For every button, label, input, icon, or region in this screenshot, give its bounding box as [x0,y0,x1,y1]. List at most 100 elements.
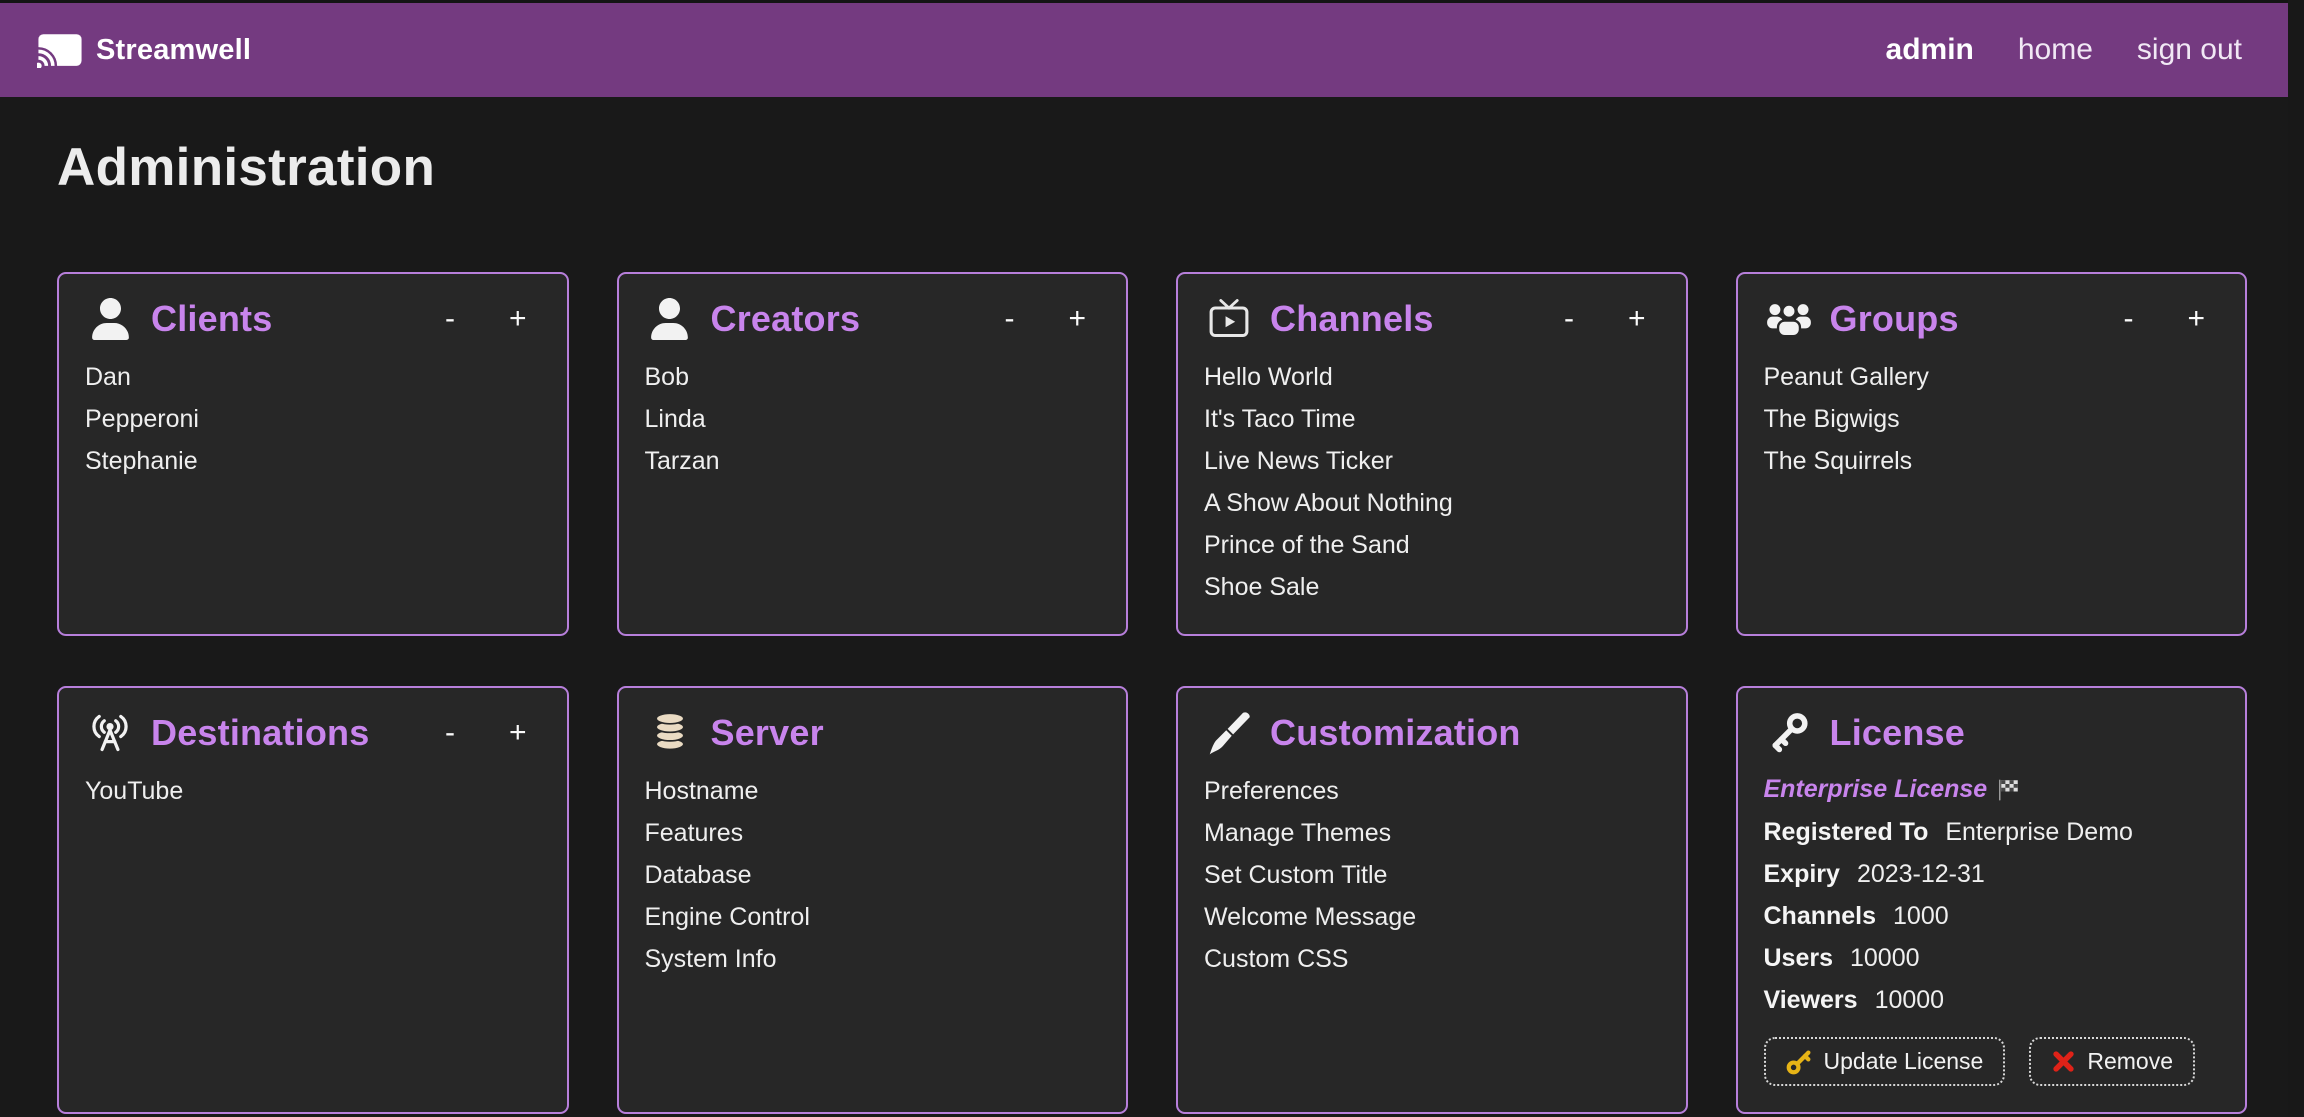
database-icon [645,710,695,756]
license-field-value: 2023-12-31 [1857,860,1985,889]
list-item[interactable]: Set Custom Title [1204,854,1660,896]
list-item[interactable]: Dan [85,356,541,398]
page-title: Administration [57,137,2247,198]
license-field-label: Channels [1764,902,1877,931]
key-icon [1764,710,1814,756]
list-item[interactable]: Shoe Sale [1204,566,1660,608]
license-field-value: 10000 [1875,986,1945,1015]
add-item-button[interactable]: + [1062,300,1092,338]
card-header: Server [645,710,1101,756]
card-header: License [1764,710,2220,756]
add-item-button[interactable]: + [1622,300,1652,338]
list-item[interactable]: Engine Control [645,896,1101,938]
license-field-label: Expiry [1764,860,1840,889]
add-item-button[interactable]: + [503,300,533,338]
nav-link-sign-out[interactable]: sign out [2137,33,2242,67]
top-nav-links: admin home sign out [1886,33,2260,67]
card-header: Channels - + [1204,296,1660,342]
remove-item-button[interactable]: - [2117,300,2139,338]
list-item[interactable]: Linda [645,398,1101,440]
cast-icon [37,32,83,68]
list-item[interactable]: Database [645,854,1101,896]
update-license-button[interactable]: Update License [1764,1037,2006,1086]
card-server: Server HostnameFeaturesDatabaseEngine Co… [617,686,1129,1114]
card-title: Creators [711,298,861,340]
card-item-list: Hello WorldIt's Taco TimeLive News Ticke… [1204,356,1660,608]
list-item[interactable]: A Show About Nothing [1204,482,1660,524]
license-field-value: 1000 [1893,902,1949,931]
list-item[interactable]: Hello World [1204,356,1660,398]
card-header: Clients - + [85,296,541,342]
list-item[interactable]: Preferences [1204,770,1660,812]
list-item[interactable]: Tarzan [645,440,1101,482]
license-buttons: Update License Remove [1764,1037,2220,1086]
remove-item-button[interactable]: - [1558,300,1580,338]
license-field-label: Viewers [1764,986,1858,1015]
list-item[interactable]: Custom CSS [1204,938,1660,980]
license-body: Enterprise LicenseRegistered ToEnterpris… [1764,770,2220,1086]
nav-link-home[interactable]: home [2018,33,2093,67]
people-icon [1764,296,1814,342]
button-label: Update License [1824,1048,1984,1075]
list-item[interactable]: Prince of the Sand [1204,524,1660,566]
license-field-label: Users [1764,944,1834,973]
card-title: Destinations [151,712,369,754]
license-tier-label: Enterprise License [1764,775,1988,804]
list-item[interactable]: Features [645,812,1101,854]
card-item-list: Peanut GalleryThe BigwigsThe Squirrels [1764,356,2220,482]
list-item[interactable]: Bob [645,356,1101,398]
license-field: Users 10000 [1764,937,2220,979]
person-icon [645,296,695,342]
card-controls: - + [1558,300,1660,338]
brand[interactable]: Streamwell [37,32,251,68]
scrollbar-track[interactable] [2288,0,2304,1117]
card-title: Customization [1270,712,1521,754]
card-controls: - + [2117,300,2219,338]
brand-name: Streamwell [96,34,251,67]
license-field: Viewers 10000 [1764,979,2220,1021]
card-controls: - + [439,300,541,338]
card-title: License [1830,712,1965,754]
broadcast-tower-icon [85,710,135,756]
remove-button[interactable]: Remove [2029,1037,2195,1086]
list-item[interactable]: Peanut Gallery [1764,356,2220,398]
list-item[interactable]: System Info [645,938,1101,980]
card-license: License Enterprise LicenseRegistered ToE… [1736,686,2248,1114]
card-header: Destinations - + [85,710,541,756]
list-item[interactable]: Manage Themes [1204,812,1660,854]
remove-item-button[interactable]: - [998,300,1020,338]
remove-item-button[interactable]: - [439,714,461,752]
card-title: Channels [1270,298,1434,340]
red-x-icon [2051,1049,2076,1074]
list-item[interactable]: YouTube [85,770,541,812]
card-channels: Channels - + Hello WorldIt's Taco TimeLi… [1176,272,1688,636]
list-item[interactable]: Welcome Message [1204,896,1660,938]
card-item-list: HostnameFeaturesDatabaseEngine ControlSy… [645,770,1101,980]
add-item-button[interactable]: + [503,714,533,752]
nav-link-admin[interactable]: admin [1886,33,1974,67]
card-header: Customization [1204,710,1660,756]
card-item-list: PreferencesManage ThemesSet Custom Title… [1204,770,1660,980]
button-label: Remove [2087,1048,2173,1075]
list-item[interactable]: Pepperoni [85,398,541,440]
add-item-button[interactable]: + [2181,300,2211,338]
list-item[interactable]: Live News Ticker [1204,440,1660,482]
tv-icon [1204,296,1254,342]
admin-page: Administration Clients - + DanPepperoniS… [0,137,2304,1114]
card-item-list: YouTube [85,770,541,812]
list-item[interactable]: The Bigwigs [1764,398,2220,440]
gold-key-icon [1786,1048,1813,1075]
card-controls: - + [998,300,1100,338]
remove-item-button[interactable]: - [439,300,461,338]
list-item[interactable]: Stephanie [85,440,541,482]
list-item[interactable]: The Squirrels [1764,440,2220,482]
list-item[interactable]: Hostname [645,770,1101,812]
card-title: Server [711,712,824,754]
card-customization: Customization PreferencesManage ThemesSe… [1176,686,1688,1114]
list-item[interactable]: It's Taco Time [1204,398,1660,440]
card-title: Groups [1830,298,1959,340]
license-field-value: 10000 [1850,944,1920,973]
checkered-flag-icon [1996,778,2020,802]
paintbrush-icon [1204,710,1254,756]
card-controls: - + [439,714,541,752]
